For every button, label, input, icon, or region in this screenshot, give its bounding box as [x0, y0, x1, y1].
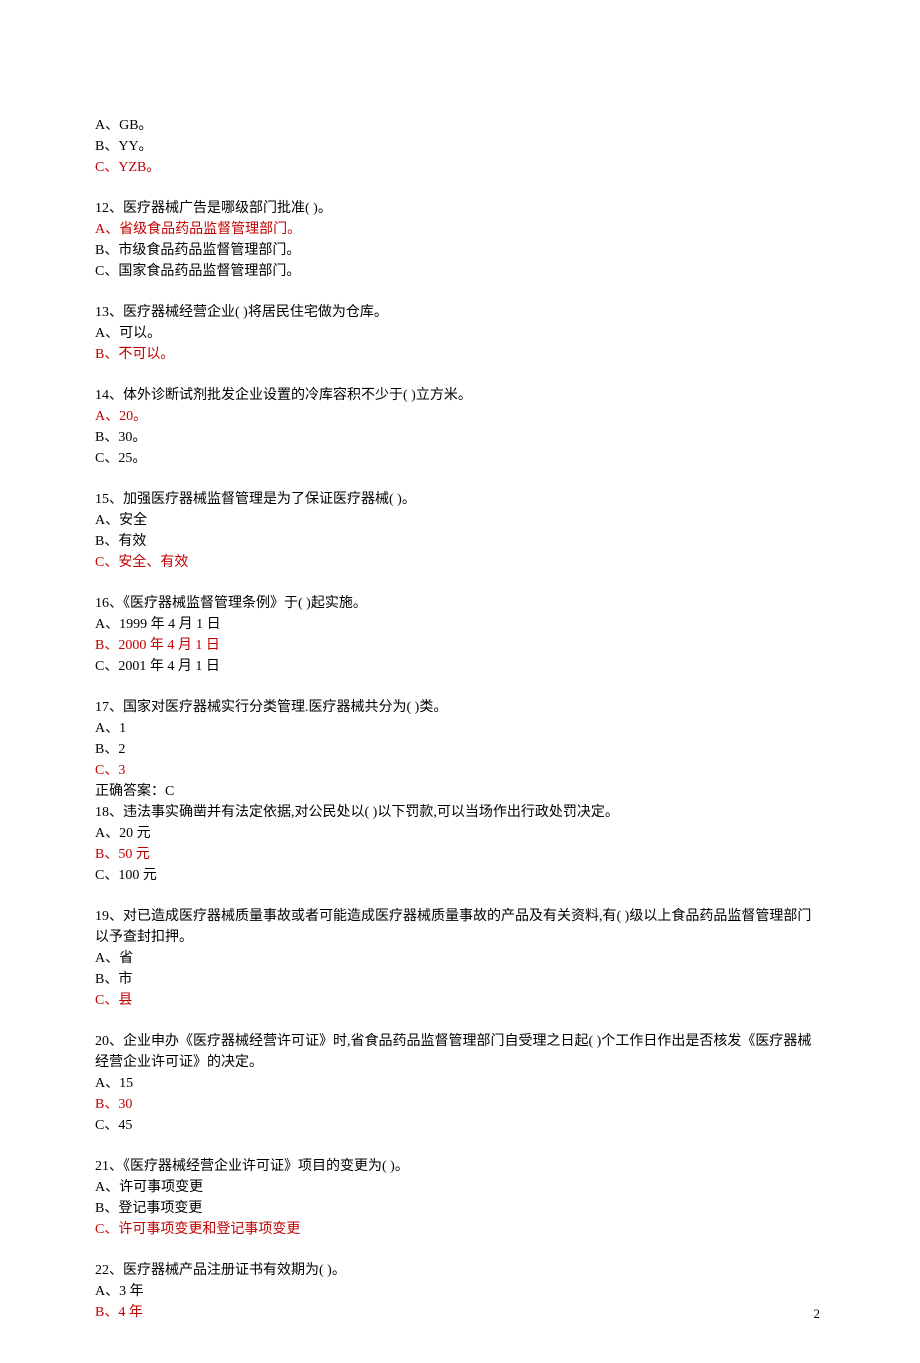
- spacer: [95, 1011, 825, 1031]
- q22-stem: 22、医疗器械产品注册证书有效期为( )。: [95, 1260, 825, 1281]
- q11-option-b: B、YY。: [95, 136, 825, 157]
- spacer: [95, 1136, 825, 1156]
- q20-stem: 20、企业申办《医疗器械经营许可证》时,省食品药品监督管理部门自受理之日起( )…: [95, 1031, 825, 1073]
- q17-option-a: A、1: [95, 718, 825, 739]
- q17-note: 正确答案：C: [95, 781, 825, 802]
- q18-option-b: B、50 元: [95, 844, 825, 865]
- q13-stem: 13、医疗器械经营企业( )将居民住宅做为仓库。: [95, 302, 825, 323]
- q15-option-c: C、安全、有效: [95, 552, 825, 573]
- q12-option-c: C、国家食品药品监督管理部门。: [95, 261, 825, 282]
- spacer: [95, 365, 825, 385]
- spacer: [95, 573, 825, 593]
- q21-stem: 21、《医疗器械经营企业许可证》项目的变更为( )。: [95, 1156, 825, 1177]
- q13-option-a: A、可以。: [95, 323, 825, 344]
- q19-option-a: A、省: [95, 948, 825, 969]
- q11-option-c: C、YZB。: [95, 157, 825, 178]
- q22-option-b: B、4 年: [95, 1302, 825, 1323]
- q17-option-c: C、3: [95, 760, 825, 781]
- q17-option-b: B、2: [95, 739, 825, 760]
- q20-option-a: A、15: [95, 1073, 825, 1094]
- spacer: [95, 282, 825, 302]
- q17-stem: 17、国家对医疗器械实行分类管理.医疗器械共分为( )类。: [95, 697, 825, 718]
- q21-option-a: A、许可事项变更: [95, 1177, 825, 1198]
- page-number: 2: [814, 1304, 821, 1324]
- q16-option-b: B、2000 年 4 月 1 日: [95, 635, 825, 656]
- q14-option-b: B、30。: [95, 427, 825, 448]
- q15-option-a: A、安全: [95, 510, 825, 531]
- q21-option-c: C、许可事项变更和登记事项变更: [95, 1219, 825, 1240]
- q15-option-b: B、有效: [95, 531, 825, 552]
- q21-option-b: B、登记事项变更: [95, 1198, 825, 1219]
- spacer: [95, 677, 825, 697]
- q19-option-b: B、市: [95, 969, 825, 990]
- spacer: [95, 886, 825, 906]
- q14-option-c: C、25。: [95, 448, 825, 469]
- q13-option-b: B、不可以。: [95, 344, 825, 365]
- q12-option-b: B、市级食品药品监督管理部门。: [95, 240, 825, 261]
- spacer: [95, 469, 825, 489]
- q20-option-b: B、30: [95, 1094, 825, 1115]
- q16-option-c: C、2001 年 4 月 1 日: [95, 656, 825, 677]
- document-page: A、GB。 B、YY。 C、YZB。 12、医疗器械广告是哪级部门批准( )。 …: [0, 0, 920, 1363]
- q19-stem: 19、对已造成医疗器械质量事故或者可能造成医疗器械质量事故的产品及有关资料,有(…: [95, 906, 825, 948]
- q14-stem: 14、体外诊断试剂批发企业设置的冷库容积不少于( )立方米。: [95, 385, 825, 406]
- q16-option-a: A、1999 年 4 月 1 日: [95, 614, 825, 635]
- q14-option-a: A、20。: [95, 406, 825, 427]
- spacer: [95, 1240, 825, 1260]
- q18-option-a: A、20 元: [95, 823, 825, 844]
- q15-stem: 15、加强医疗器械监督管理是为了保证医疗器械( )。: [95, 489, 825, 510]
- q18-option-c: C、100 元: [95, 865, 825, 886]
- q20-option-c: C、45: [95, 1115, 825, 1136]
- q11-option-a: A、GB。: [95, 115, 825, 136]
- q18-stem: 18、违法事实确凿并有法定依据,对公民处以( )以下罚款,可以当场作出行政处罚决…: [95, 802, 825, 823]
- q19-option-c: C、县: [95, 990, 825, 1011]
- q22-option-a: A、3 年: [95, 1281, 825, 1302]
- q16-stem: 16、《医疗器械监督管理条例》于( )起实施。: [95, 593, 825, 614]
- q12-option-a: A、省级食品药品监督管理部门。: [95, 219, 825, 240]
- spacer: [95, 178, 825, 198]
- q12-stem: 12、医疗器械广告是哪级部门批准( )。: [95, 198, 825, 219]
